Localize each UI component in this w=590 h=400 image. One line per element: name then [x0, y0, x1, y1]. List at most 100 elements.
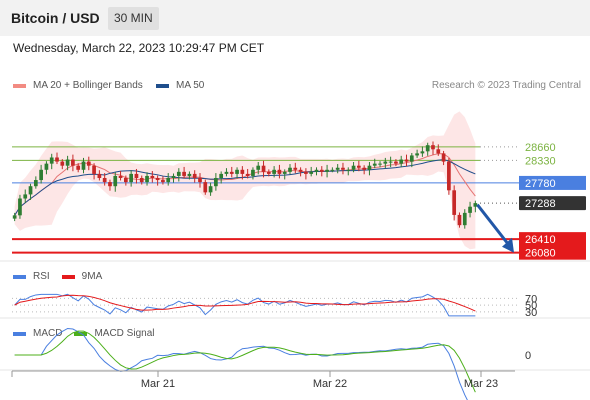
candle-body-27 — [155, 178, 160, 181]
candle-body-53 — [293, 167, 298, 170]
candle-body-9 — [60, 161, 65, 166]
candle-body-24 — [139, 178, 144, 183]
candle-body-31 — [176, 171, 181, 176]
candle-body-12 — [76, 165, 81, 170]
level-label-26410: 26410 — [525, 234, 556, 246]
candle-body-66 — [362, 167, 367, 170]
candle-body-23 — [134, 173, 139, 178]
candle-body-40 — [224, 171, 229, 174]
bollinger-band — [14, 111, 476, 250]
candle-body-73 — [399, 159, 404, 164]
candle-body-14 — [86, 161, 91, 166]
candle-body-34 — [192, 173, 197, 178]
candle-body-60 — [330, 169, 335, 171]
level-label-26080: 26080 — [525, 248, 556, 260]
candle-body-85 — [462, 212, 467, 226]
candle-body-69 — [378, 163, 382, 165]
candle-body-45 — [251, 169, 255, 176]
candle-body-30 — [171, 175, 176, 178]
candle-body-65 — [356, 165, 361, 168]
candle-body-68 — [372, 163, 377, 166]
candle-body-51 — [282, 171, 287, 174]
candle-body-56 — [309, 171, 314, 174]
candle-body-47 — [261, 165, 266, 172]
candle-body-57 — [314, 169, 319, 172]
candle-body-82 — [447, 161, 451, 191]
candle-body-41 — [229, 171, 234, 174]
candle-body-19 — [113, 175, 118, 187]
candle-body-16 — [97, 173, 102, 178]
candle-body-21 — [123, 178, 128, 183]
candle-body-84 — [457, 214, 462, 226]
candle-body-46 — [256, 165, 261, 170]
price-chart: 2866028330277802728826410260807050300Mar… — [0, 111, 590, 400]
candle-body-3 — [28, 186, 33, 195]
candle-body-22 — [129, 173, 134, 183]
candle-body-61 — [335, 167, 340, 170]
candle-body-81 — [441, 153, 446, 162]
level-label-28660: 28660 — [525, 142, 556, 154]
candle-body-58 — [319, 169, 324, 172]
candle-body-8 — [55, 157, 59, 162]
candle-body-76 — [415, 153, 419, 156]
candle-body-13 — [81, 161, 86, 170]
candle-body-43 — [240, 169, 245, 174]
candle-body-78 — [425, 145, 430, 152]
candle-body-55 — [304, 171, 308, 174]
candle-body-72 — [394, 161, 398, 164]
x-tick-label-2: Mar 23 — [464, 378, 498, 390]
candle-body-71 — [388, 161, 393, 163]
candle-body-11 — [71, 159, 75, 166]
x-tick-label-0: Mar 21 — [141, 378, 175, 390]
candle-body-48 — [266, 171, 271, 174]
candle-body-28 — [161, 180, 165, 183]
candle-body-42 — [235, 169, 239, 174]
rsi-level-label-2: 30 — [525, 307, 537, 319]
candle-body-79 — [431, 145, 435, 150]
candle-body-35 — [198, 178, 202, 183]
candle-body-62 — [341, 167, 345, 170]
candle-body-75 — [409, 155, 414, 162]
candle-body-33 — [187, 173, 192, 176]
candle-body-0 — [12, 215, 17, 219]
candle-body-67 — [367, 165, 372, 170]
candle-body-7 — [49, 157, 54, 164]
candle-body-29 — [166, 178, 171, 183]
current-price-label: 27288 — [525, 198, 556, 210]
candle-body-83 — [452, 190, 457, 215]
candle-body-74 — [404, 159, 409, 162]
candle-body-64 — [351, 165, 356, 170]
forecast-arrow-shaft — [476, 203, 513, 249]
candle-body-17 — [102, 178, 107, 183]
candle-body-4 — [33, 180, 38, 187]
candle-body-2 — [23, 194, 28, 199]
candle-body-50 — [277, 169, 282, 174]
candle-body-5 — [39, 169, 43, 181]
candle-body-63 — [346, 169, 351, 171]
candle-body-49 — [272, 169, 276, 174]
macd-line — [14, 327, 468, 400]
candle-body-86 — [468, 206, 472, 213]
candle-body-18 — [108, 182, 112, 187]
candle-body-1 — [18, 198, 22, 216]
candle-body-52 — [288, 167, 292, 172]
candle-body-20 — [118, 175, 123, 178]
candle-body-37 — [208, 186, 213, 193]
candle-body-26 — [150, 175, 155, 178]
macd-zero-label: 0 — [525, 350, 531, 362]
candle-body-36 — [203, 182, 208, 193]
macd-signal-line — [14, 330, 476, 393]
candle-body-44 — [245, 173, 250, 176]
candle-body-54 — [298, 169, 303, 172]
candle-body-6 — [44, 163, 49, 170]
candle-body-38 — [214, 178, 218, 187]
level-label-28330: 28330 — [525, 155, 556, 167]
candle-body-70 — [383, 161, 388, 164]
candle-body-10 — [65, 159, 70, 166]
x-tick-label-1: Mar 22 — [313, 378, 347, 390]
candle-body-15 — [92, 165, 96, 174]
level-label-27780: 27780 — [525, 178, 556, 190]
candle-body-77 — [420, 151, 425, 154]
candle-body-59 — [325, 169, 329, 172]
candle-body-39 — [219, 173, 224, 178]
